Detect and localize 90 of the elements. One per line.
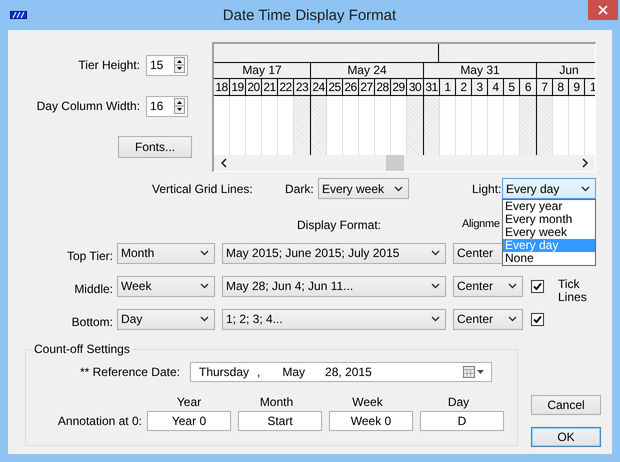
chevron-down-icon [431,250,440,256]
day-header: 2 [456,79,472,96]
day-header: 8 [553,79,569,96]
day-header: 20 [246,79,262,96]
dialog-button[interactable]: Cancel [531,395,601,415]
field-label: Vertical Grid Lines: [152,182,254,196]
day-header: 5 [504,79,520,96]
dropdown[interactable]: Center [453,308,523,330]
input-field[interactable]: Year 0 [147,411,231,431]
scroll-right-icon[interactable] [581,158,589,168]
calendar-icon[interactable] [462,365,486,379]
week-header: May 31 [424,63,536,79]
day-header: 28 [375,79,391,96]
horizontal-scrollbar[interactable] [214,155,595,171]
day-header: 26 [343,79,359,96]
input-field[interactable]: D [420,411,504,431]
input-field[interactable]: Week 0 [329,411,413,431]
chevron-down-icon [200,283,209,289]
day-header: 19 [230,79,246,96]
window-title: Date Time Display Format [222,6,398,24]
day-header: 30 [407,79,424,96]
dialog-button[interactable]: OK [531,427,601,447]
day-header: 9 [569,79,585,96]
spin-arrows-icon[interactable] [174,98,185,114]
spin-arrows-icon[interactable] [174,57,185,73]
day-header: 18 [214,79,230,96]
day-header: 1 [440,79,456,96]
day-header: 23 [294,79,311,96]
field-label: Middle: [73,280,113,296]
dropdown[interactable]: Week [117,276,215,296]
day-header: 3 [472,79,488,96]
day-header: 22 [278,79,294,96]
chevron-down-icon [394,186,403,192]
field-label: Dark: [285,182,315,196]
checkbox-label: Tick Lines [558,278,588,304]
chevron-down-icon [508,283,517,289]
chevron-down-icon [431,283,440,289]
dropdown[interactable]: May 28; Jun 4; Jun 11... [222,276,446,296]
chevron-down-icon [508,316,517,322]
day-header: 29 [391,79,407,96]
field-label: Bottom: [70,314,113,328]
day-header: 31 [424,79,440,96]
date-picker-field[interactable]: Thursday , May 28, 2015 [190,362,492,382]
checkbox[interactable] [531,312,544,326]
dropdown[interactable]: Month [117,242,215,264]
spin-box[interactable]: 15 [146,54,188,76]
dropdown[interactable]: Day [117,308,215,330]
close-button[interactable] [588,0,618,20]
column-header: Year [176,395,202,409]
column-header: Day [446,395,470,409]
field-label: ** Reference Date: [78,365,180,379]
day-header: 4 [488,79,504,96]
scroll-thumb[interactable] [386,155,404,171]
week-header: May 17 [214,63,310,79]
chevron-down-icon [200,250,209,256]
scroll-left-icon[interactable] [220,158,228,168]
dropdown[interactable]: Every day [502,178,596,199]
chevron-down-icon [200,316,209,322]
day-header: 24 [311,79,327,96]
spin-box[interactable]: 16 [146,96,188,116]
week-header: Jun [537,63,595,79]
field-label: Top Tier: [66,248,113,262]
group-title: Count-off Settings [32,342,132,356]
chevron-down-icon [581,186,590,192]
day-header: 27 [359,79,375,96]
column-header: Month [258,395,294,409]
dropdown-option[interactable]: Every month [503,213,595,226]
column-header: Week [351,395,384,409]
field-label: Tier Height: [77,58,140,72]
dropdown-option[interactable]: Every week [503,226,595,239]
dropdown[interactable]: 1; 2; 3; 4... [222,308,446,330]
day-header: 6 [520,79,537,96]
dropdown[interactable]: May 2015; June 2015; July 2015 [222,242,446,264]
day-header: 25 [327,79,343,96]
fonts-button[interactable]: Fonts... [118,136,192,158]
field-label: Day Column Width: [36,99,140,113]
field-label: Annotation at 0: [56,414,142,428]
dropdown[interactable]: Center [453,276,523,296]
chevron-down-icon [431,316,440,322]
column-header: Alignme [462,218,500,232]
week-header: May 24 [311,63,423,79]
field-label: Light: [472,182,502,196]
dropdown[interactable]: Every week [318,178,409,199]
input-field[interactable]: Start [238,411,322,431]
dropdown-option[interactable]: Every year [503,200,595,213]
day-header: 7 [537,79,553,96]
close-icon[interactable] [598,5,608,15]
app-icon [10,11,27,19]
checkbox[interactable] [531,280,544,292]
day-header: 21 [262,79,278,96]
